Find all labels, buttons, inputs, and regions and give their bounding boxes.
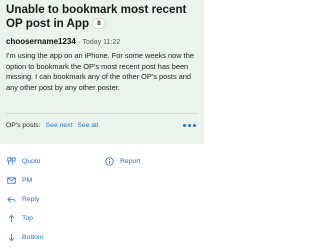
reply-icon xyxy=(6,194,17,205)
see-all-link[interactable]: See all xyxy=(77,122,98,129)
post-timestamp: Today 11:22 xyxy=(82,39,121,46)
post-title: Unable to bookmark most recent OP post i… xyxy=(6,3,198,31)
reply-button[interactable]: Reply xyxy=(6,194,39,205)
arrow-up-icon xyxy=(6,213,17,224)
op-posts-bar: OP's posts: See next See all xyxy=(6,113,198,132)
top-label: Top xyxy=(22,215,33,222)
quote-icon xyxy=(6,156,17,167)
top-button[interactable]: Top xyxy=(6,213,33,224)
arrow-down-icon xyxy=(6,232,17,243)
info-icon xyxy=(104,156,115,167)
op-posts-label: OP's posts: xyxy=(6,121,41,129)
meta-separator: · xyxy=(77,37,81,46)
reply-count-badge: 8 xyxy=(92,18,106,29)
quote-label: Quote xyxy=(22,158,41,165)
post-card: Unable to bookmark most recent OP post i… xyxy=(0,0,204,144)
pm-label: PM xyxy=(22,177,33,184)
quote-button[interactable]: Quote xyxy=(6,156,104,167)
post-meta: choosername1234 · Today 11:22 xyxy=(6,37,198,48)
mail-icon xyxy=(6,175,17,186)
reply-label: Reply xyxy=(22,196,40,203)
pm-button[interactable]: PM xyxy=(6,175,32,186)
post-body: I'm using the app on an iPhone. For some… xyxy=(6,51,194,92)
see-next-link[interactable]: See next xyxy=(46,122,73,129)
more-dots-icon[interactable] xyxy=(183,123,198,127)
post-actions: Quote Report PM Reply Top Bottom xyxy=(0,144,204,247)
author-name[interactable]: choosername1234 xyxy=(6,37,76,46)
bottom-button[interactable]: Bottom xyxy=(6,232,44,243)
report-button[interactable]: Report xyxy=(104,156,140,167)
report-label: Report xyxy=(120,158,141,165)
